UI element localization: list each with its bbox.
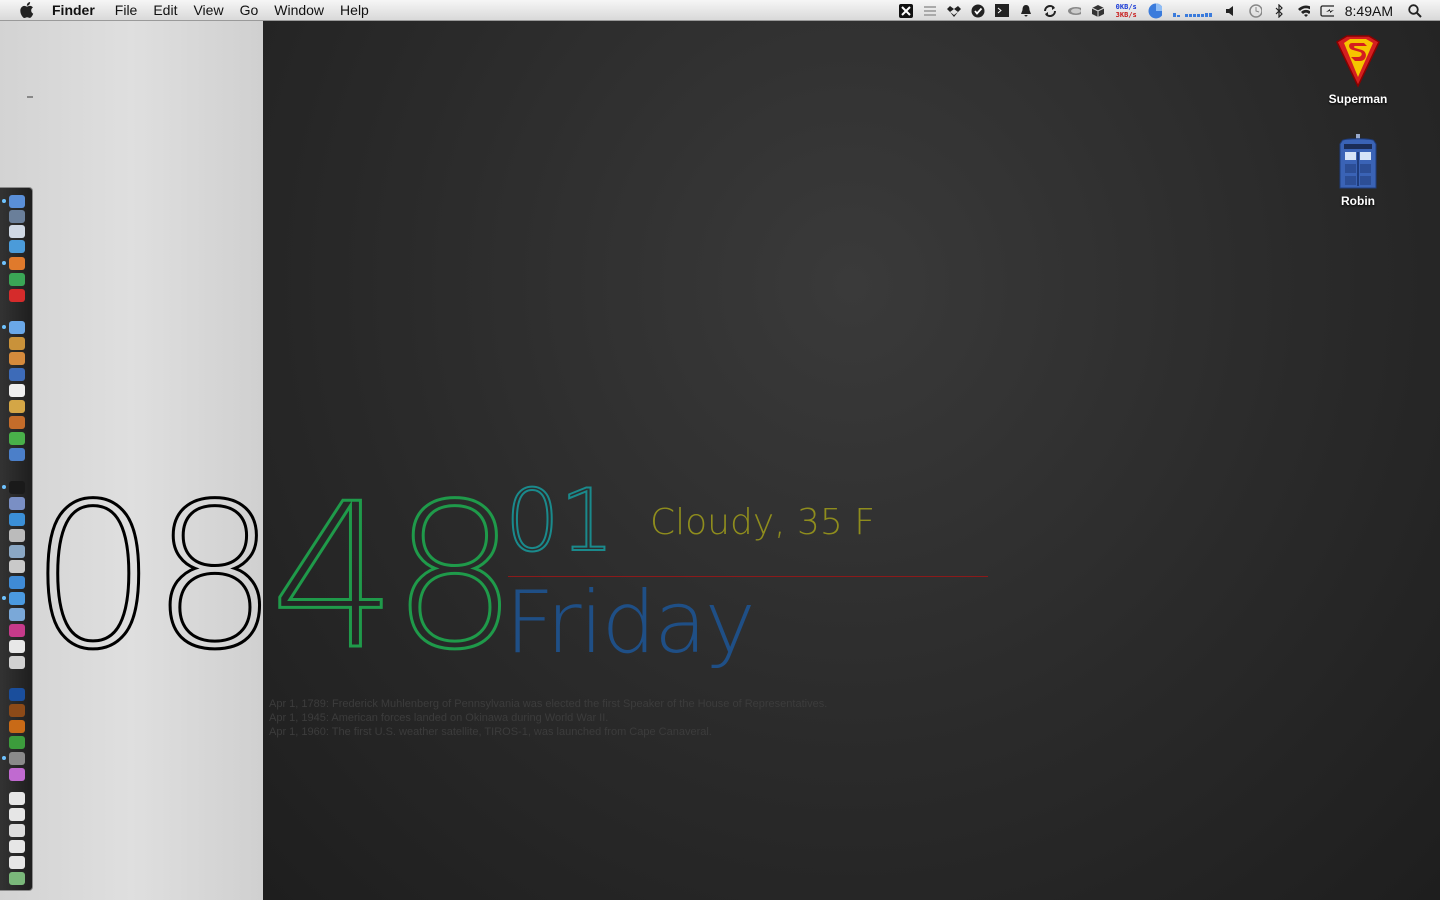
- sync-icon[interactable]: [1043, 4, 1057, 18]
- menu-file[interactable]: File: [107, 0, 146, 21]
- history-line: Apr 1, 1789: Frederick Muhlenberg of Pen…: [269, 698, 828, 710]
- menu-app-finder[interactable]: Finder: [52, 0, 103, 21]
- app-icon[interactable]: [9, 640, 25, 653]
- check-circle-icon[interactable]: [971, 4, 985, 18]
- menu-go[interactable]: Go: [232, 0, 267, 21]
- desktop-icon-superman[interactable]: Superman: [1313, 34, 1403, 106]
- status-area: 0KB/s 3KB/s 8:49AM: [894, 0, 1440, 21]
- menu-help[interactable]: Help: [332, 0, 377, 21]
- opera-icon[interactable]: [9, 289, 25, 302]
- bridge-icon[interactable]: [9, 704, 25, 717]
- app-icon[interactable]: [9, 545, 25, 558]
- app-icon[interactable]: [9, 752, 25, 765]
- running-indicator: [2, 199, 6, 203]
- app-icon[interactable]: [9, 736, 25, 749]
- folder-icon[interactable]: [9, 856, 25, 869]
- firefox-icon[interactable]: [9, 257, 25, 270]
- grid-icon[interactable]: [923, 4, 937, 18]
- app-icon[interactable]: [9, 400, 25, 413]
- network-speed[interactable]: 0KB/s 3KB/s: [1116, 3, 1137, 19]
- memory-graph[interactable]: [1172, 5, 1213, 17]
- app-icon[interactable]: [9, 497, 25, 510]
- folder-icon[interactable]: [9, 792, 25, 805]
- bell-icon[interactable]: [1019, 4, 1033, 18]
- network-upload: 0KB/s: [1115, 2, 1137, 11]
- battery-icon[interactable]: [1320, 4, 1334, 18]
- menubar-clock[interactable]: 8:49AM: [1345, 3, 1393, 19]
- app-icon[interactable]: [9, 384, 25, 397]
- clock-seconds: 01: [504, 471, 615, 571]
- running-indicator: [2, 596, 6, 600]
- menu-view[interactable]: View: [185, 0, 231, 21]
- history-line: Apr 1, 1960: The first U.S. weather sate…: [269, 726, 712, 738]
- terminal-icon[interactable]: [9, 481, 25, 494]
- dock: [0, 187, 33, 891]
- eye-icon[interactable]: [1067, 4, 1081, 18]
- app-icon[interactable]: [9, 592, 25, 605]
- app-icon[interactable]: [9, 656, 25, 669]
- running-indicator: [2, 325, 6, 329]
- chrome-icon[interactable]: [9, 273, 25, 286]
- utorrent-icon[interactable]: [9, 432, 25, 445]
- running-indicator: [2, 485, 6, 489]
- network-download: 3KB/s: [1115, 10, 1137, 19]
- trash-icon[interactable]: [9, 872, 25, 885]
- clock-hour: 08: [29, 461, 280, 694]
- menu-edit[interactable]: Edit: [145, 0, 185, 21]
- illustrator-icon[interactable]: [9, 720, 25, 733]
- app-icon[interactable]: [9, 352, 25, 365]
- camera-icon[interactable]: [9, 824, 25, 837]
- app-icon[interactable]: [9, 576, 25, 589]
- app-icon[interactable]: [9, 608, 25, 621]
- weather-text: Cloudy, 35 F: [650, 502, 875, 543]
- apple-icon[interactable]: [20, 2, 34, 18]
- running-indicator: [2, 261, 6, 265]
- desktop-icon-label: Superman: [1328, 92, 1388, 106]
- spotlight-search-icon[interactable]: [1408, 3, 1422, 18]
- box-icon[interactable]: [1091, 4, 1105, 18]
- bluetooth-icon[interactable]: [1272, 3, 1286, 18]
- menu-bar: Finder File Edit View Go Window Help 0KB…: [0, 0, 1440, 21]
- mission-control-icon[interactable]: [9, 210, 25, 223]
- app-icon[interactable]: [9, 448, 25, 461]
- app-icon[interactable]: [9, 416, 25, 429]
- itunes-icon[interactable]: [9, 321, 25, 334]
- archive-icon[interactable]: [9, 337, 25, 350]
- running-indicator: [2, 756, 6, 760]
- pie-cpu-icon[interactable]: [1148, 3, 1162, 18]
- desktop-icon-label: Robin: [1341, 194, 1375, 208]
- finder-icon[interactable]: [9, 195, 25, 208]
- folder-icon[interactable]: [9, 840, 25, 853]
- app-icon[interactable]: [9, 513, 25, 526]
- this-day-in-history: Apr 1, 1789: Frederick Muhlenberg of Pen…: [269, 697, 827, 739]
- police-box-icon: [1339, 134, 1377, 189]
- superman-shield-icon: [1336, 35, 1380, 88]
- desktop-icon-robin[interactable]: Robin: [1313, 134, 1403, 208]
- volume-icon[interactable]: [1224, 4, 1238, 18]
- dropbox-icon[interactable]: [946, 4, 961, 18]
- terminal-icon[interactable]: [994, 3, 1009, 18]
- history-line: Apr 1, 1945: American forces landed on O…: [269, 712, 609, 724]
- photoshop-icon[interactable]: [9, 688, 25, 701]
- app-icon[interactable]: [9, 624, 25, 637]
- x-app-icon[interactable]: [898, 3, 913, 18]
- dashboard-icon[interactable]: [9, 225, 25, 238]
- app-icon[interactable]: [9, 529, 25, 542]
- safari-icon[interactable]: [9, 240, 25, 253]
- panel-mark: [27, 96, 33, 98]
- app-icon[interactable]: [9, 768, 25, 781]
- day-name: Friday: [505, 573, 756, 673]
- app-icon[interactable]: [9, 560, 25, 573]
- wifi-icon[interactable]: [1296, 4, 1310, 18]
- folder-icon[interactable]: [9, 808, 25, 821]
- time-machine-icon[interactable]: [1248, 3, 1262, 18]
- menu-window[interactable]: Window: [266, 0, 332, 21]
- clock-minute: 48: [269, 461, 520, 694]
- preview-icon[interactable]: [9, 368, 25, 381]
